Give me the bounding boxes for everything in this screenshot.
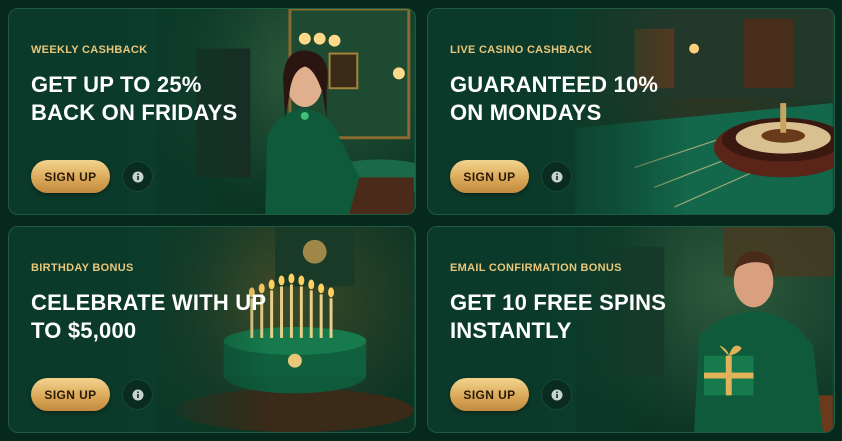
sign-up-button[interactable]: SIGN UP [31, 160, 110, 193]
info-button[interactable] [541, 161, 572, 192]
promo-eyebrow: EMAIL CONFIRMATION BONUS [450, 262, 622, 274]
promo-headline: GET 10 FREE SPINS INSTANTLY [450, 290, 667, 343]
info-button[interactable] [122, 379, 153, 410]
promo-card-weekly-cashback[interactable]: WEEKLY CASHBACK GET UP TO 25% BACK ON FR… [8, 8, 416, 215]
info-button[interactable] [541, 379, 572, 410]
promo-eyebrow: WEEKLY CASHBACK [31, 44, 148, 56]
promo-eyebrow: BIRTHDAY BONUS [31, 262, 134, 274]
info-icon [132, 389, 143, 400]
promo-eyebrow: LIVE CASINO CASHBACK [450, 44, 593, 56]
sign-up-button[interactable]: SIGN UP [450, 160, 529, 193]
promo-headline: CELEBRATE WITH UP TO $5,000 [31, 290, 266, 343]
info-icon [132, 171, 143, 182]
info-button[interactable] [122, 161, 153, 192]
promo-card-email-confirmation-bonus[interactable]: EMAIL CONFIRMATION BONUS GET 10 FREE SPI… [427, 226, 835, 433]
info-icon [551, 389, 562, 400]
promo-card-live-casino-cashback[interactable]: LIVE CASINO CASHBACK GUARANTEED 10% ON M… [427, 8, 835, 215]
promotions-grid: WEEKLY CASHBACK GET UP TO 25% BACK ON FR… [0, 0, 842, 441]
info-icon [551, 171, 562, 182]
promo-headline: GUARANTEED 10% ON MONDAYS [450, 72, 659, 125]
sign-up-button[interactable]: SIGN UP [31, 378, 110, 411]
promo-card-birthday-bonus[interactable]: BIRTHDAY BONUS CELEBRATE WITH UP TO $5,0… [8, 226, 416, 433]
promo-headline: GET UP TO 25% BACK ON FRIDAYS [31, 72, 238, 125]
sign-up-button[interactable]: SIGN UP [450, 378, 529, 411]
